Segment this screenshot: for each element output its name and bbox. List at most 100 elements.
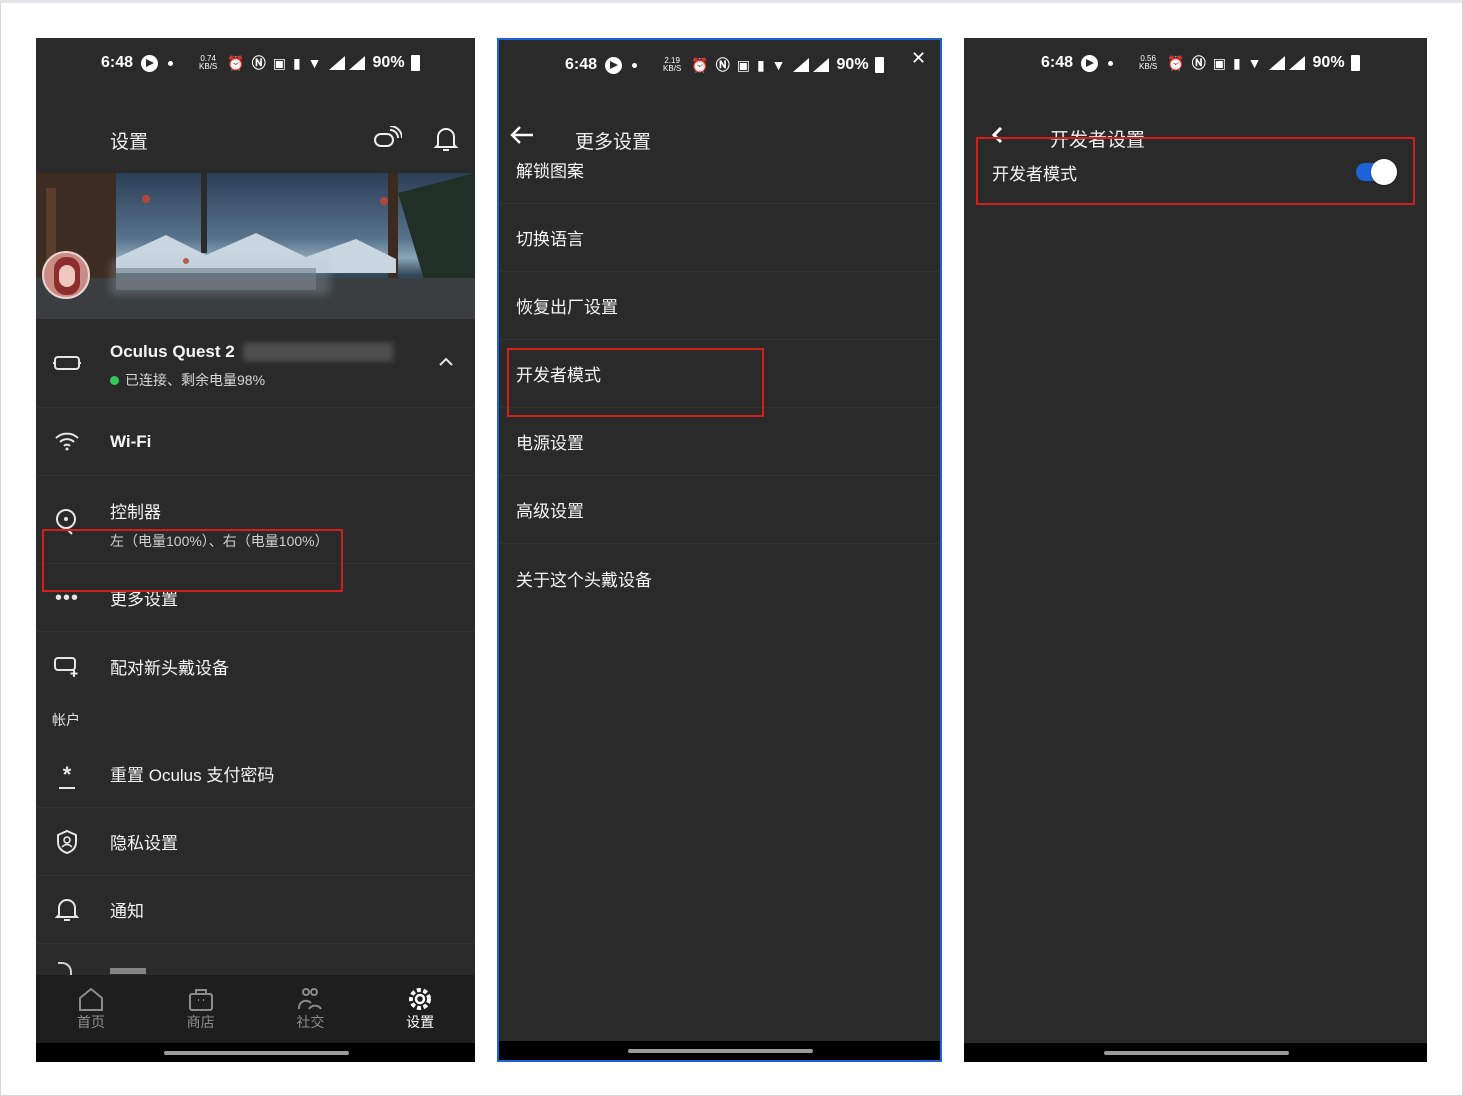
wifi-status-icon: ▼	[307, 55, 322, 71]
nfc-icon: Ⓝ	[715, 57, 730, 73]
app-bar: 设置	[36, 120, 475, 160]
alarm-icon: ⏰	[227, 54, 245, 71]
menu-item-advanced[interactable]: 高级设置	[499, 476, 940, 544]
nav-store-label: 商店	[186, 1014, 215, 1030]
home-icon	[78, 987, 103, 1011]
highlight-box-developer-toggle	[976, 137, 1415, 205]
volte-icon: ▣	[736, 56, 750, 73]
signal-4g-icon	[348, 56, 365, 70]
bell-icon	[52, 896, 82, 924]
network-speed: 0.74 KB/S	[199, 54, 218, 71]
device-row[interactable]: Oculus Quest 2 已连接、剩余电量98%	[36, 320, 475, 408]
partial-row-label	[110, 968, 146, 974]
reset-password-row[interactable]: * 重置 Oculus 支付密码	[36, 740, 475, 808]
profile-banner	[36, 173, 475, 319]
wifi-status-icon: ▼	[771, 57, 786, 73]
signal-5g-icon	[792, 58, 809, 72]
wifi-row[interactable]: Wi-Fi	[36, 408, 475, 476]
device-status: 已连接、剩余电量98%	[125, 372, 266, 388]
device-serial-blurred	[242, 343, 393, 361]
menu-item-label: 解锁图案	[516, 162, 584, 181]
menu-item-label: 切换语言	[516, 230, 584, 249]
highlight-box-more-settings	[42, 529, 343, 592]
privacy-label: 隐私设置	[110, 834, 178, 853]
vibrate-icon: ▮	[756, 56, 765, 73]
volte-icon: ▣	[1212, 54, 1226, 71]
signal-5g-icon	[1268, 56, 1285, 70]
section-header-account: 帐户	[52, 712, 80, 728]
gesture-bar	[36, 1043, 475, 1062]
notifications-label: 通知	[110, 902, 144, 921]
menu-item-label: 高级设置	[516, 502, 584, 521]
menu-item-unlock-pattern[interactable]: 解锁图案	[499, 136, 940, 204]
page-title: 设置	[110, 131, 149, 153]
telegram-icon	[605, 56, 623, 74]
menu-item-factory-reset[interactable]: 恢复出厂设置	[499, 272, 940, 340]
highlight-box-developer-mode	[507, 348, 764, 417]
menu-item-label: 恢复出厂设置	[516, 298, 618, 317]
store-icon	[188, 989, 213, 1011]
cast-icon[interactable]	[372, 125, 403, 160]
connected-status-dot	[110, 375, 119, 385]
status-time: 6:48	[101, 54, 134, 71]
status-bar: 6:48 0.56 KB/S ⏰ Ⓝ ▣ ▮ ▼ 90%	[964, 38, 1427, 88]
battery-percent: 90%	[836, 56, 869, 73]
notification-dot-icon	[1108, 60, 1114, 66]
partial-row-icon	[58, 962, 72, 976]
gesture-bar	[499, 1041, 940, 1060]
reset-password-label: 重置 Oculus 支付密码	[110, 766, 275, 785]
telegram-icon	[141, 54, 159, 72]
bottom-nav: 首页 商店 社交 设置	[36, 975, 475, 1043]
privacy-row[interactable]: 隐私设置	[36, 808, 475, 876]
battery-percent: 90%	[372, 54, 405, 71]
battery-icon	[410, 55, 420, 71]
nav-social-label: 社交	[296, 1014, 325, 1030]
signal-4g-icon	[812, 58, 829, 72]
settings-phone-screen: 6:48 0.74 KB/S ⏰ Ⓝ ▣ ▮ ▼ 90% 设置 Oculus Q…	[36, 38, 475, 1062]
menu-item-label: 电源设置	[516, 434, 584, 453]
wifi-icon	[52, 428, 82, 454]
telegram-icon	[1081, 54, 1099, 72]
battery-icon	[874, 57, 884, 73]
headset-icon	[52, 350, 82, 376]
notification-dot-icon	[632, 62, 638, 68]
notifications-row[interactable]: 通知	[36, 876, 475, 944]
battery-icon	[1350, 55, 1360, 71]
pair-headset-icon	[52, 654, 82, 678]
vibrate-icon: ▮	[1232, 54, 1241, 71]
menu-item-power[interactable]: 电源设置	[499, 408, 940, 476]
password-icon-underline	[59, 787, 75, 789]
menu-item-label: 关于这个头戴设备	[516, 570, 652, 590]
pair-headset-label: 配对新头戴设备	[110, 658, 229, 678]
settings-gear-icon	[409, 988, 432, 1010]
chevron-up-icon[interactable]	[436, 354, 456, 370]
close-icon[interactable]: ✕	[911, 48, 926, 69]
signal-5g-icon	[328, 56, 345, 70]
privacy-shield-icon	[52, 828, 82, 856]
nav-settings-label: 设置	[406, 1014, 435, 1030]
sidebar-item-label: Wi-Fi	[110, 431, 152, 451]
nav-home-label: 首页	[76, 1014, 105, 1030]
nfc-icon: Ⓝ	[1191, 55, 1206, 71]
alarm-icon: ⏰	[1167, 54, 1185, 71]
pair-headset-row[interactable]: 配对新头戴设备	[36, 632, 475, 700]
status-bar: 6:48 2.19 KB/S ⏰ Ⓝ ▣ ▮ ▼ 90%	[499, 40, 940, 90]
nav-social[interactable]: 社交	[256, 975, 366, 1043]
device-name: Oculus Quest 2	[110, 342, 235, 361]
gesture-bar	[964, 1043, 1427, 1062]
alarm-icon: ⏰	[691, 56, 709, 73]
developer-settings-phone-screen: 6:48 0.56 KB/S ⏰ Ⓝ ▣ ▮ ▼ 90% 开发者设置 开发者模式	[964, 38, 1427, 1062]
bell-icon[interactable]	[433, 125, 459, 159]
nav-home[interactable]: 首页	[36, 975, 146, 1043]
status-bar: 6:48 0.74 KB/S ⏰ Ⓝ ▣ ▮ ▼ 90%	[36, 38, 475, 88]
status-time: 6:48	[1041, 54, 1074, 71]
avatar[interactable]	[42, 251, 90, 299]
nav-settings[interactable]: 设置	[365, 975, 475, 1043]
menu-item-about-headset[interactable]: 关于这个头戴设备	[499, 544, 940, 612]
menu-item-language[interactable]: 切换语言	[499, 204, 940, 272]
status-time: 6:48	[565, 56, 598, 73]
battery-percent: 90%	[1312, 54, 1345, 71]
nfc-icon: Ⓝ	[251, 55, 266, 71]
volte-icon: ▣	[272, 54, 286, 71]
nav-store[interactable]: 商店	[146, 975, 256, 1043]
